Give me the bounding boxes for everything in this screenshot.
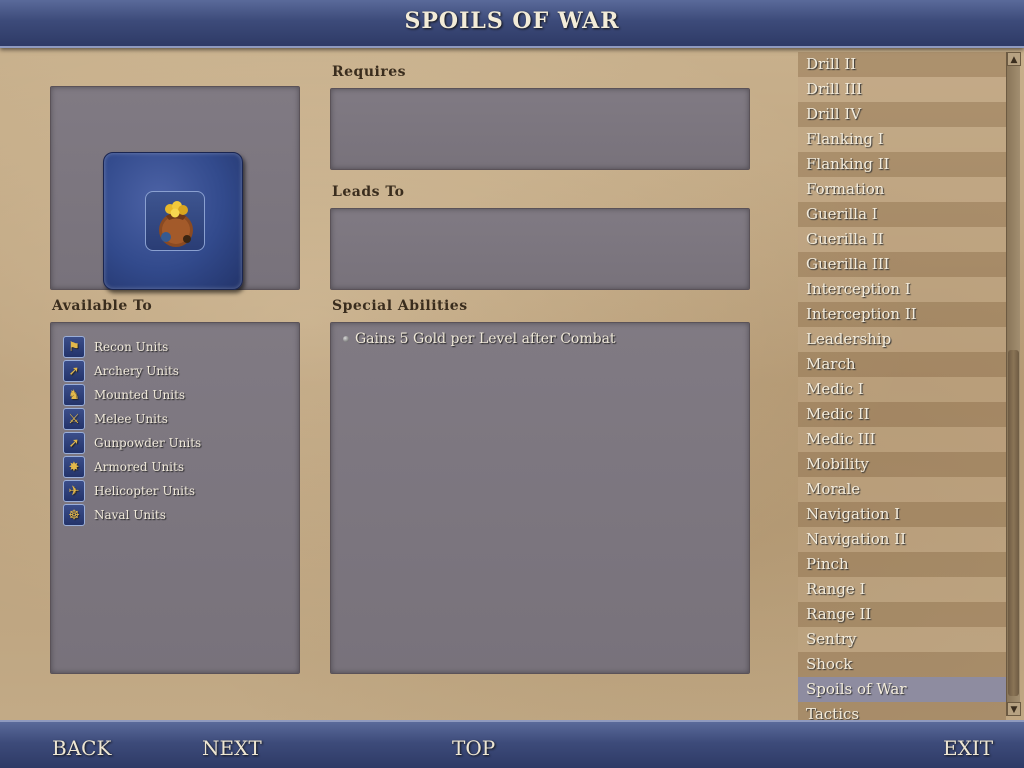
- available-to-panel: ⚑ Recon Units ➚ Archery Units ♞ Mounted …: [50, 322, 300, 674]
- special-abilities-panel: Gains 5 Gold per Level after Combat: [330, 322, 750, 674]
- promotion-item[interactable]: Medic II: [798, 402, 1006, 427]
- promotion-item[interactable]: Navigation I: [798, 502, 1006, 527]
- unit-row-armored[interactable]: ✸ Armored Units: [63, 455, 201, 479]
- promotion-item[interactable]: Sentry: [798, 627, 1006, 652]
- promotion-item[interactable]: Medic III: [798, 427, 1006, 452]
- promotion-item[interactable]: Range II: [798, 602, 1006, 627]
- top-button[interactable]: TOP: [452, 736, 495, 760]
- unit-label: Helicopter Units: [94, 484, 196, 498]
- promotion-item[interactable]: Tactics: [798, 702, 1006, 720]
- archery-unit-icon: ➚: [63, 360, 85, 382]
- melee-unit-icon: ⚔: [63, 408, 85, 430]
- unit-label: Naval Units: [94, 508, 166, 522]
- promotion-item[interactable]: Drill III: [798, 77, 1006, 102]
- promotion-item[interactable]: Medic I: [798, 377, 1006, 402]
- promotion-item-selected[interactable]: Spoils of War: [798, 677, 1006, 702]
- bottom-nav-bar: BACK NEXT TOP EXIT: [0, 720, 1024, 768]
- unit-row-gunpowder[interactable]: ➚ Gunpowder Units: [63, 431, 201, 455]
- page-title: SPOILS OF WAR: [404, 8, 620, 34]
- recon-unit-icon: ⚑: [63, 336, 85, 358]
- promotion-icon-panel: [50, 86, 300, 290]
- promotion-icon-frame: [103, 152, 243, 290]
- ability-text: Gains 5 Gold per Level after Combat: [355, 331, 616, 347]
- promotion-item[interactable]: Interception I: [798, 277, 1006, 302]
- unit-row-archery[interactable]: ➚ Archery Units: [63, 359, 201, 383]
- promotion-item[interactable]: March: [798, 352, 1006, 377]
- available-to-heading: Available To: [52, 298, 153, 314]
- scroll-down-arrow-icon[interactable]: ▼: [1007, 702, 1021, 716]
- available-units-list: ⚑ Recon Units ➚ Archery Units ♞ Mounted …: [63, 335, 201, 527]
- unit-label: Melee Units: [94, 412, 168, 426]
- unit-label: Archery Units: [94, 364, 179, 378]
- promotion-item[interactable]: Formation: [798, 177, 1006, 202]
- unit-label: Mounted Units: [94, 388, 186, 402]
- promotion-list-scrollbar[interactable]: ▲ ▼: [1006, 52, 1021, 716]
- gunpowder-unit-icon: ➚: [63, 432, 85, 454]
- unit-label: Gunpowder Units: [94, 436, 202, 450]
- promotion-item[interactable]: Mobility: [798, 452, 1006, 477]
- promotion-item[interactable]: Range I: [798, 577, 1006, 602]
- requires-heading: Requires: [332, 64, 406, 80]
- title-bar: SPOILS OF WAR: [0, 0, 1024, 48]
- ability-item: Gains 5 Gold per Level after Combat: [343, 331, 616, 347]
- mounted-unit-icon: ♞: [63, 384, 85, 406]
- promotion-item[interactable]: Guerilla I: [798, 202, 1006, 227]
- promotion-item[interactable]: Navigation II: [798, 527, 1006, 552]
- unit-label: Recon Units: [94, 340, 169, 354]
- back-button[interactable]: BACK: [52, 736, 111, 760]
- scroll-up-arrow-icon[interactable]: ▲: [1007, 52, 1021, 66]
- promotion-item[interactable]: Guerilla III: [798, 252, 1006, 277]
- unit-label: Armored Units: [94, 460, 184, 474]
- promotion-list[interactable]: Drill II Drill III Drill IV Flanking I F…: [798, 52, 1006, 720]
- leads-to-heading: Leads To: [332, 184, 405, 200]
- next-button[interactable]: NEXT: [202, 736, 262, 760]
- promotion-item[interactable]: Flanking I: [798, 127, 1006, 152]
- promotion-item[interactable]: Shock: [798, 652, 1006, 677]
- scroll-thumb[interactable]: [1008, 350, 1019, 696]
- promotion-item[interactable]: Morale: [798, 477, 1006, 502]
- unit-row-helicopter[interactable]: ✈ Helicopter Units: [63, 479, 201, 503]
- armored-unit-icon: ✸: [63, 456, 85, 478]
- helicopter-unit-icon: ✈: [63, 480, 85, 502]
- promotion-item[interactable]: Drill IV: [798, 102, 1006, 127]
- promotion-item[interactable]: Drill II: [798, 52, 1006, 77]
- unit-row-recon[interactable]: ⚑ Recon Units: [63, 335, 201, 359]
- unit-row-naval[interactable]: ☸ Naval Units: [63, 503, 201, 527]
- promotion-item[interactable]: Interception II: [798, 302, 1006, 327]
- requires-panel: [330, 88, 750, 170]
- unit-row-melee[interactable]: ⚔ Melee Units: [63, 407, 201, 431]
- exit-button[interactable]: EXIT: [943, 736, 993, 760]
- promotion-item[interactable]: Pinch: [798, 552, 1006, 577]
- unit-row-mounted[interactable]: ♞ Mounted Units: [63, 383, 201, 407]
- naval-unit-icon: ☸: [63, 504, 85, 526]
- gold-sack-icon: [145, 191, 205, 251]
- bullet-icon: [343, 336, 349, 342]
- promotion-item[interactable]: Guerilla II: [798, 227, 1006, 252]
- special-abilities-heading: Special Abilities: [332, 298, 468, 314]
- leads-to-panel: [330, 208, 750, 290]
- promotion-item[interactable]: Flanking II: [798, 152, 1006, 177]
- promotion-item[interactable]: Leadership: [798, 327, 1006, 352]
